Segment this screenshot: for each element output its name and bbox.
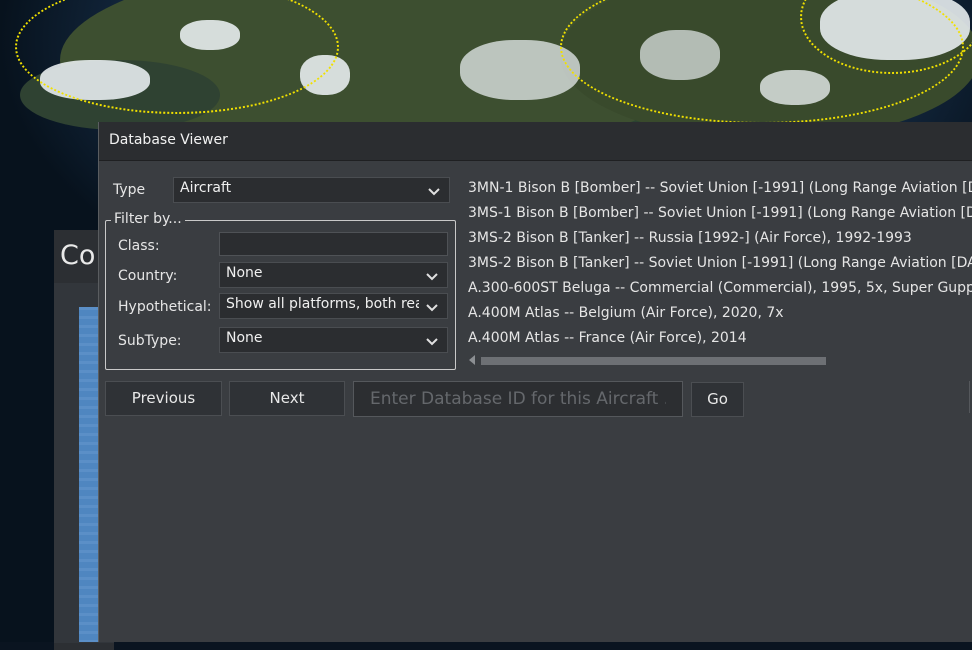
horizontal-scrollbar[interactable]	[469, 354, 972, 366]
background-window-title: Co	[60, 240, 96, 271]
database-id-input[interactable]	[353, 381, 683, 417]
chevron-down-icon	[428, 188, 440, 196]
list-item[interactable]: 3MS-2 Bison B [Tanker] -- Soviet Union […	[465, 252, 972, 277]
list-item[interactable]: A.400M Atlas -- France (Air Force), 2014	[465, 327, 972, 352]
type-select[interactable]: Aircraft	[173, 177, 450, 203]
results-list[interactable]: 3MN-1 Bison B [Bomber] -- Soviet Union […	[465, 177, 972, 372]
country-label: Country:	[118, 268, 178, 284]
list-item[interactable]: A.300-600ST Beluga -- Commercial (Commer…	[465, 277, 972, 302]
subtype-label: SubType:	[118, 333, 182, 349]
chevron-down-icon	[426, 273, 438, 281]
hypothetical-select-value: Show all platforms, both real-l	[226, 296, 419, 312]
scrollbar-thumb[interactable]	[481, 357, 826, 365]
country-select[interactable]: None	[219, 262, 448, 288]
chevron-down-icon	[426, 304, 438, 312]
hypothetical-select[interactable]: Show all platforms, both real-l	[219, 293, 448, 319]
database-viewer-dialog: Database Viewer Type Aircraft Filter by.…	[98, 122, 972, 642]
scroll-left-arrow-icon[interactable]	[469, 355, 475, 365]
filter-group-legend: Filter by...	[111, 211, 185, 227]
list-item[interactable]: A.400M Atlas -- Belgium (Air Force), 202…	[465, 302, 972, 327]
previous-button[interactable]: Previous	[105, 381, 222, 416]
window-title: Database Viewer	[109, 132, 228, 148]
chevron-down-icon	[426, 338, 438, 346]
next-button[interactable]: Next	[229, 381, 345, 416]
class-field[interactable]	[219, 232, 448, 256]
hypothetical-label: Hypothetical:	[118, 299, 212, 315]
subtype-select-value: None	[226, 330, 263, 346]
type-label: Type	[113, 182, 146, 198]
go-button[interactable]: Go	[691, 382, 744, 417]
class-label: Class:	[118, 238, 160, 254]
title-bar[interactable]: Database Viewer	[99, 122, 972, 161]
list-item[interactable]: 3MS-2 Bison B [Tanker] -- Russia [1992-]…	[465, 227, 972, 252]
subtype-select[interactable]: None	[219, 327, 448, 353]
list-item[interactable]: 3MN-1 Bison B [Bomber] -- Soviet Union […	[465, 177, 972, 202]
type-select-value: Aircraft	[180, 180, 232, 196]
country-select-value: None	[226, 265, 263, 281]
list-item[interactable]: 3MS-1 Bison B [Bomber] -- Soviet Union […	[465, 202, 972, 227]
background-ruler	[79, 307, 99, 642]
